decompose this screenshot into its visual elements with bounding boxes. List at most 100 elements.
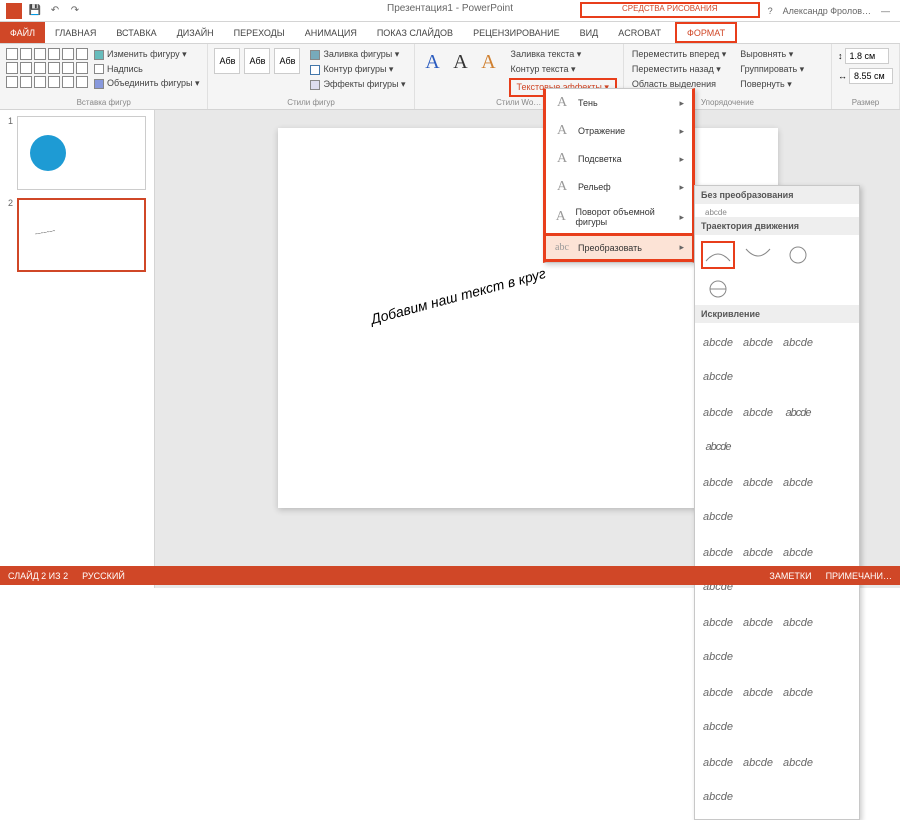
warp-preset[interactable]: abcde: [701, 643, 735, 671]
shapes-gallery[interactable]: [6, 48, 88, 88]
undo-icon[interactable]: ↶: [48, 4, 62, 18]
tab-file[interactable]: ФАЙЛ: [0, 22, 45, 43]
slide-thumbnail-2[interactable]: ~~~~~~~: [17, 198, 146, 272]
menu-transform[interactable]: abcПреобразовать▸: [546, 233, 692, 262]
group-button[interactable]: Группировать ▾: [738, 63, 806, 76]
warp-preset[interactable]: abcde: [781, 679, 815, 707]
tab-transitions[interactable]: ПЕРЕХОДЫ: [224, 22, 295, 43]
tab-home[interactable]: ГЛАВНАЯ: [45, 22, 106, 43]
rotate-button[interactable]: Повернуть ▾: [738, 78, 806, 91]
warp-preset[interactable]: abcde: [741, 399, 775, 427]
warp-preset[interactable]: abcde: [781, 749, 815, 777]
warp-preset[interactable]: abcde: [781, 539, 815, 567]
warp-preset[interactable]: abcde: [701, 609, 735, 637]
path-circle[interactable]: [781, 241, 815, 269]
tab-slideshow[interactable]: ПОКАЗ СЛАЙДОВ: [367, 22, 463, 43]
warp-preset[interactable]: abcde: [701, 749, 735, 777]
warp-preset[interactable]: abcde: [741, 329, 775, 357]
tab-acrobat[interactable]: ACROBAT: [608, 22, 671, 43]
edit-shape-button[interactable]: Изменить фигуру ▾: [92, 48, 201, 61]
style-preset[interactable]: Абв: [274, 48, 300, 74]
warp-preset[interactable]: abcde: [701, 469, 735, 497]
shape-outline-button[interactable]: Контур фигуры ▾: [308, 63, 407, 76]
warp-preset[interactable]: abcde: [741, 679, 775, 707]
warp-preset[interactable]: abcde: [741, 609, 775, 637]
window-title: Презентация1 - PowerPoint: [387, 3, 513, 14]
warp-preset[interactable]: abcde: [701, 433, 735, 461]
group-insert-shapes: Изменить фигуру ▾ Надпись Объединить фиг…: [0, 44, 208, 109]
shape-fill-button[interactable]: Заливка фигуры ▾: [308, 48, 407, 61]
warp-preset[interactable]: abcde: [701, 713, 735, 741]
menu-bevel[interactable]: AРельеф▸: [546, 173, 692, 201]
warp-preset[interactable]: abcde: [741, 749, 775, 777]
style-preset[interactable]: Абв: [214, 48, 240, 74]
bring-forward-button[interactable]: Переместить вперед ▾: [630, 48, 728, 61]
menu-glow[interactable]: AПодсветка▸: [546, 145, 692, 173]
ribbon-tabs: ФАЙЛ ГЛАВНАЯ ВСТАВКА ДИЗАЙН ПЕРЕХОДЫ АНИ…: [0, 22, 900, 44]
path-arch-down[interactable]: [741, 241, 775, 269]
none-sample[interactable]: abcde: [695, 204, 859, 217]
warp-preset[interactable]: abcde: [701, 679, 735, 707]
curved-text[interactable]: Добавим наш текст в круг: [369, 265, 547, 327]
width-input[interactable]: 8.55 см: [849, 68, 893, 84]
wordart-preset[interactable]: A: [449, 48, 473, 76]
slide-counter[interactable]: СЛАЙД 2 ИЗ 2: [8, 571, 68, 581]
notes-button[interactable]: ЗАМЕТКИ: [769, 571, 811, 581]
tab-insert[interactable]: ВСТАВКА: [106, 22, 166, 43]
transform-gallery: Без преобразования abcde Траектория движ…: [694, 185, 860, 820]
user-name[interactable]: Александр Фролов…: [783, 6, 871, 16]
chevron-right-icon: ▸: [679, 182, 684, 193]
glow-icon: A: [554, 151, 570, 167]
merge-shapes-button[interactable]: Объединить фигуры ▾: [92, 77, 201, 90]
tab-review[interactable]: РЕЦЕНЗИРОВАНИЕ: [463, 22, 570, 43]
text-outline-button[interactable]: Контур текста ▾: [509, 63, 617, 76]
warp-preset[interactable]: abcde: [781, 399, 815, 427]
group-label: Вставка фигур: [6, 98, 201, 107]
style-preset[interactable]: Абв: [244, 48, 270, 74]
tab-format[interactable]: ФОРМАТ: [675, 22, 737, 43]
text-fill-button[interactable]: Заливка текста ▾: [509, 48, 617, 61]
path-button[interactable]: [701, 275, 735, 303]
title-bar: 💾 ↶ ↷ Презентация1 - PowerPoint СРЕДСТВА…: [0, 0, 900, 22]
send-backward-button[interactable]: Переместить назад ▾: [630, 63, 728, 76]
menu-3d-rotation[interactable]: AПоворот объемной фигуры▸: [546, 201, 692, 233]
warp-preset[interactable]: abcde: [701, 329, 735, 357]
warp-preset[interactable]: abcde: [741, 469, 775, 497]
warp-preset[interactable]: abcde: [701, 363, 735, 391]
help-icon[interactable]: ?: [768, 6, 773, 16]
shadow-icon: A: [554, 95, 570, 111]
warp-preset[interactable]: abcde: [781, 469, 815, 497]
wordart-preset[interactable]: A: [421, 48, 445, 76]
warp-preset[interactable]: abcde: [701, 399, 735, 427]
slide-thumbnail-1[interactable]: [17, 116, 146, 190]
height-input[interactable]: 1.8 см: [845, 48, 889, 64]
tab-animations[interactable]: АНИМАЦИЯ: [295, 22, 367, 43]
minimize-icon[interactable]: —: [881, 6, 890, 16]
warp-preset[interactable]: abcde: [701, 539, 735, 567]
redo-icon[interactable]: ↷: [68, 4, 82, 18]
warp-preset[interactable]: abcde: [701, 783, 735, 811]
menu-shadow[interactable]: AТень▸: [546, 89, 692, 117]
bevel-icon: A: [554, 179, 570, 195]
quick-access: 💾 ↶ ↷: [0, 3, 82, 19]
ribbon: Изменить фигуру ▾ Надпись Объединить фиг…: [0, 44, 900, 110]
warp-preset[interactable]: abcde: [741, 539, 775, 567]
menu-reflection[interactable]: AОтражение▸: [546, 117, 692, 145]
save-icon[interactable]: 💾: [28, 4, 42, 18]
warp-preset[interactable]: abcde: [781, 609, 815, 637]
tab-view[interactable]: ВИД: [570, 22, 609, 43]
tab-design[interactable]: ДИЗАЙН: [167, 22, 224, 43]
warp-preset[interactable]: abcde: [781, 329, 815, 357]
align-button[interactable]: Выровнять ▾: [738, 48, 806, 61]
textbox-button[interactable]: Надпись: [92, 63, 201, 75]
language-indicator[interactable]: РУССКИЙ: [82, 571, 125, 581]
group-label: Размер: [838, 98, 893, 107]
warp-preset[interactable]: abcde: [701, 503, 735, 531]
section-warp: Искривление: [695, 305, 859, 323]
comments-button[interactable]: ПРИМЕЧАНИ…: [826, 571, 892, 581]
wordart-preset[interactable]: A: [477, 48, 501, 76]
path-arch[interactable]: [701, 241, 735, 269]
width-icon: ↔: [838, 71, 847, 81]
shape-effects-button[interactable]: Эффекты фигуры ▾: [308, 78, 407, 91]
title-right: ? Александр Фролов… —: [768, 6, 890, 16]
